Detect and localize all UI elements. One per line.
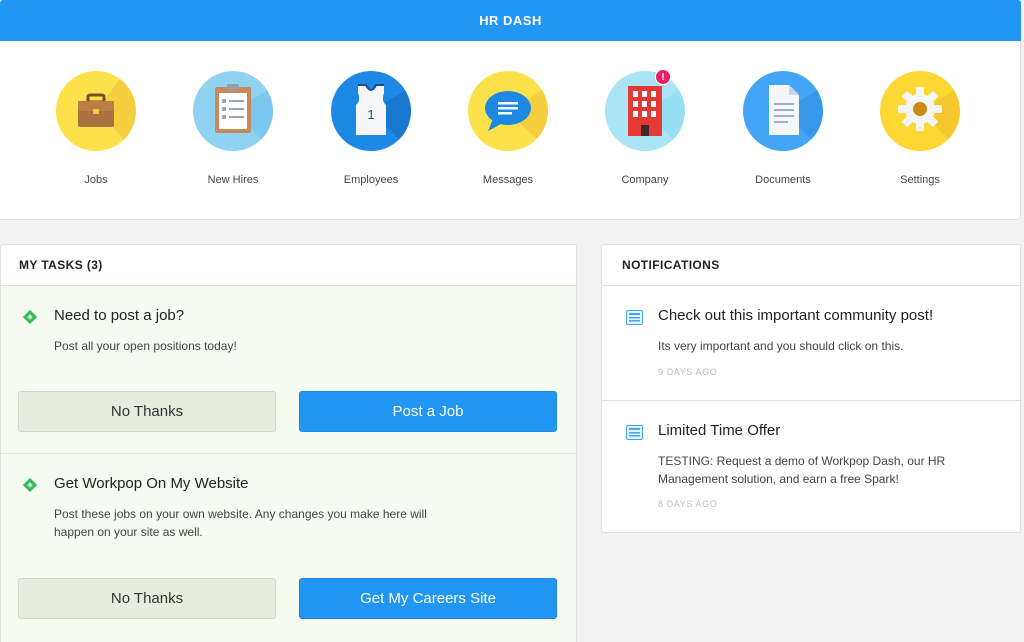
no-thanks-button[interactable]: No Thanks [18, 578, 276, 619]
nav-label-new-hires: New Hires [207, 174, 259, 186]
post-a-job-button[interactable]: Post a Job [299, 391, 557, 432]
nav-label-employees: Employees [343, 174, 399, 186]
tasks-header: MY TASKS (3) [1, 245, 576, 286]
notification-body: Its very important and you should click … [658, 339, 904, 353]
task-description: Post these jobs on your own website. Any… [54, 507, 427, 539]
notifications-panel: NOTIFICATIONS Check out this important c… [601, 244, 1021, 533]
app-title: HR DASH [479, 13, 542, 28]
nav-label-company: Company [621, 174, 669, 186]
jersey-icon: 1 [331, 71, 411, 151]
nav-item-employees[interactable]: 1 Employees [316, 71, 426, 186]
notifications-header: NOTIFICATIONS [602, 245, 1020, 286]
briefcase-icon [56, 71, 136, 151]
newspaper-icon [626, 425, 643, 440]
notification-body: TESTING: Request a demo of Workpop Dash,… [658, 454, 946, 486]
notification-item[interactable]: Limited Time Offer TESTING: Request a de… [602, 401, 1020, 531]
no-thanks-button[interactable]: No Thanks [18, 391, 276, 432]
notification-time: 8 DAYS AGO [658, 499, 718, 509]
chat-bubble-icon [468, 71, 548, 151]
clipboard-icon [193, 71, 273, 151]
task-item: Get Workpop On My Website Post these job… [1, 454, 576, 642]
task-diamond-icon [23, 310, 37, 324]
nav-label-messages: Messages [482, 174, 534, 186]
nav-item-company[interactable]: ! Company [590, 69, 700, 186]
notification-title: Check out this important community post! [658, 307, 934, 324]
nav-item-documents[interactable]: Documents [728, 71, 838, 186]
app-header: HR DASH [0, 0, 1021, 41]
task-description: Post all your open positions today! [54, 339, 237, 353]
newspaper-icon [626, 310, 643, 325]
nav-label-documents: Documents [755, 174, 811, 186]
jersey-number: 1 [367, 107, 374, 122]
notification-title: Limited Time Offer [658, 422, 781, 439]
tasks-panel: MY TASKS (3) Need to post a job? Post al… [0, 244, 577, 642]
notification-item[interactable]: Check out this important community post!… [602, 286, 1020, 401]
notification-time: 9 DAYS AGO [658, 367, 718, 377]
nav-item-new-hires[interactable]: New Hires [178, 71, 288, 186]
nav-label-jobs: Jobs [84, 174, 108, 186]
task-diamond-icon [23, 478, 37, 492]
task-title: Get Workpop On My Website [54, 475, 249, 492]
building-icon [605, 71, 685, 151]
notification-badge: ! [655, 69, 671, 85]
nav-label-settings: Settings [900, 174, 940, 186]
app-nav: Jobs New Hires 1 Employees Messages ! Co… [0, 41, 1021, 220]
nav-item-jobs[interactable]: Jobs [41, 71, 151, 186]
nav-item-settings[interactable]: Settings [865, 71, 975, 186]
get-careers-site-button[interactable]: Get My Careers Site [299, 578, 557, 619]
gear-icon [880, 71, 960, 151]
nav-item-messages[interactable]: Messages [453, 71, 563, 186]
task-title: Need to post a job? [54, 307, 185, 324]
document-icon [743, 71, 823, 151]
task-item: Need to post a job? Post all your open p… [1, 286, 576, 454]
